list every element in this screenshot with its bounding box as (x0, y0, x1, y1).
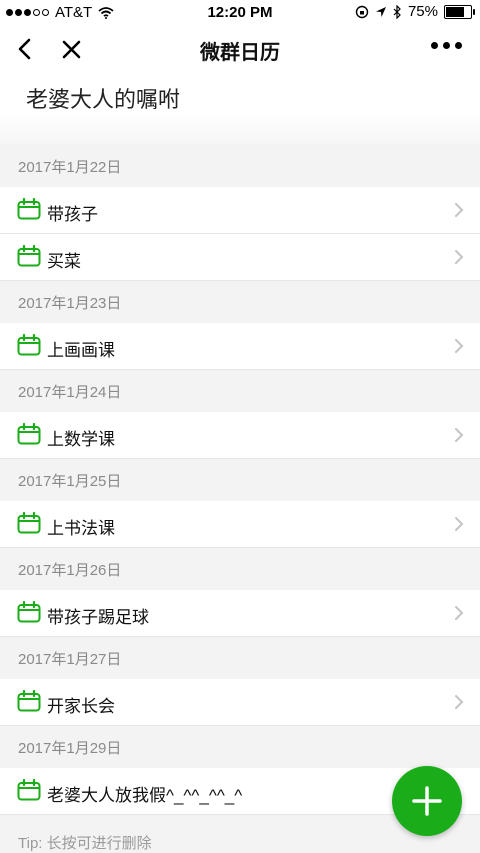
event-title: 上数学课 (47, 430, 115, 449)
event-item[interactable]: 带孩子 (0, 187, 480, 234)
chevron-right-icon (455, 517, 464, 531)
calendar-icon (17, 690, 41, 712)
chevron-right-icon (455, 203, 464, 217)
battery-percent: 75% (407, 3, 438, 20)
rotation-lock-icon (355, 5, 369, 18)
calendar-icon (17, 601, 41, 623)
chevron-right-icon (455, 695, 464, 709)
calendar-icon (17, 198, 41, 220)
chevron-right-icon (455, 250, 464, 264)
event-list: 2017年1月22日带孩子买菜 2017年1月23日上画画课 2017年1月24日上… (0, 145, 480, 815)
calendar-icon (17, 423, 41, 445)
event-title: 带孩子踢足球 (47, 608, 149, 627)
chevron-right-icon (455, 606, 464, 620)
calendar-icon (17, 779, 41, 801)
event-item[interactable]: 买菜 (0, 234, 480, 281)
event-title: 买菜 (47, 252, 81, 271)
calendar-name: 老婆大人的嘱咐 (26, 87, 181, 112)
page-title: 微群日历 (200, 42, 280, 64)
event-title: 老婆大人放我假^_^^_^^_^ (47, 786, 243, 805)
navigation-bar: 微群日历 (0, 24, 480, 76)
add-event-button[interactable] (392, 766, 462, 836)
plus-icon (412, 786, 442, 816)
event-item[interactable]: 带孩子踢足球 (0, 590, 480, 637)
location-icon (375, 6, 386, 17)
bluetooth-icon (393, 4, 401, 19)
tip-text: Tip: 长按可进行删除 (18, 835, 152, 852)
event-item[interactable]: 上书法课 (0, 501, 480, 548)
date-header: 2017年1月26日 (0, 548, 480, 590)
date-header: 2017年1月25日 (0, 459, 480, 501)
event-item[interactable]: 开家长会 (0, 679, 480, 726)
chevron-right-icon (455, 339, 464, 353)
event-title: 上书法课 (47, 519, 115, 538)
battery-icon (444, 4, 475, 19)
date-header: 2017年1月29日 (0, 726, 480, 768)
calendar-icon (17, 245, 41, 267)
calendar-icon (17, 512, 41, 534)
date-header: 2017年1月24日 (0, 370, 480, 412)
event-title: 开家长会 (47, 697, 115, 716)
event-item[interactable]: 上数学课 (0, 412, 480, 459)
status-bar: AT&T 12:20 PM 75% (0, 0, 480, 24)
event-title: 带孩子 (47, 205, 98, 224)
event-item[interactable]: 上画画课 (0, 323, 480, 370)
date-header: 2017年1月27日 (0, 637, 480, 679)
calendar-icon (17, 334, 41, 356)
chevron-right-icon (455, 428, 464, 442)
date-header: 2017年1月22日 (0, 145, 480, 187)
date-header: 2017年1月23日 (0, 281, 480, 323)
more-icon[interactable] (431, 42, 462, 49)
event-title: 上画画课 (47, 341, 115, 360)
